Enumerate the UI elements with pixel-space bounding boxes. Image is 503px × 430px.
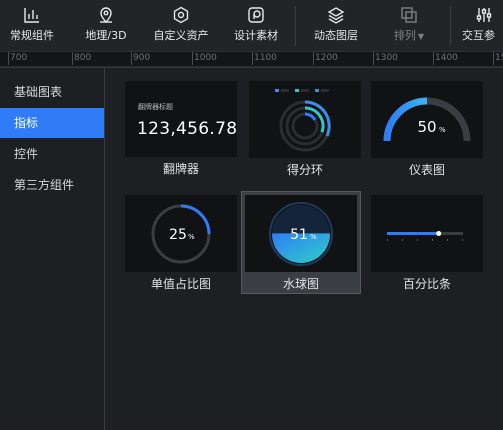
horizontal-ruler: 700 800 900 1000 1100 1200 1300 1400 15: [0, 52, 503, 67]
ruler-tick: 700: [8, 52, 28, 65]
gauge-preview: 50 %: [371, 81, 483, 158]
toolbar-custom-assets[interactable]: 自定义资产: [148, 0, 214, 51]
liquid-value: 51: [290, 227, 308, 243]
ruler-tick: 1400: [433, 52, 458, 65]
sidebar-item-controls[interactable]: 控件: [0, 139, 104, 169]
toolbar-dynamic-layers[interactable]: 动态图层: [306, 0, 366, 51]
percent-bar-preview: [371, 195, 483, 272]
arrange-icon: [399, 5, 419, 25]
card-label: 翻牌器: [162, 162, 199, 176]
liquid-fill-graphic: 51 %: [269, 202, 333, 266]
flip-counter-title: 翻牌器标题: [138, 103, 173, 111]
percent-bar-graphic: [387, 231, 463, 241]
card-label: 仪表图: [408, 163, 445, 177]
category-sidebar: 基础图表 指标 控件 第三方组件: [0, 68, 105, 430]
layers-icon: [326, 5, 346, 25]
toolbar-label: 动态图层: [314, 29, 358, 42]
sidebar-item-indicators[interactable]: 指标: [0, 108, 104, 138]
toolbar-divider: [450, 6, 451, 46]
toolbar-common-components[interactable]: 常规组件: [6, 0, 58, 51]
ruler-tick: 15: [493, 52, 503, 65]
toolbar-design-materials[interactable]: 设计素材: [227, 0, 285, 51]
gauge-value: 50: [417, 118, 436, 136]
component-card-score-ring[interactable]: 得分环: [245, 77, 365, 177]
gauge-unit: %: [439, 126, 446, 134]
toolbar-label: 自定义资产: [153, 29, 209, 42]
component-card-gauge[interactable]: 50 % 仪表图: [367, 77, 487, 177]
gauge-graphic: 50 %: [383, 97, 471, 142]
card-label: 水球图: [282, 277, 319, 291]
toolbar-arrange[interactable]: 排列 ▼: [382, 0, 436, 51]
card-label: 百分比条: [402, 277, 451, 291]
arrange-label: 排列: [393, 29, 416, 42]
single-value: 25: [169, 227, 187, 243]
single-value-graphic: 25 %: [151, 204, 211, 264]
toolbar: 常规组件 地理/3D 自定义资产 设计素材 动态图层 排列 ▼ 交互参: [0, 0, 503, 52]
ruler-tick: 1000: [192, 52, 217, 65]
sidebar-item-third-party[interactable]: 第三方组件: [0, 170, 104, 200]
single-unit: %: [188, 233, 195, 241]
toolbar-label: 常规组件: [10, 29, 54, 42]
liquid-fill-preview: 51 %: [245, 195, 357, 272]
component-card-liquid-fill[interactable]: 51 % 水球图: [241, 191, 361, 294]
ruler-tick: 900: [131, 52, 151, 65]
component-card-percent-bar[interactable]: 百分比条: [367, 191, 487, 291]
ruler-tick: 1100: [252, 52, 277, 65]
toolbar-label: 交互参: [462, 29, 495, 42]
flip-counter-value: 123,456.78: [137, 119, 238, 139]
ruler-tick: 800: [72, 52, 92, 65]
ruler-tick: 1200: [313, 52, 338, 65]
component-card-single-value-ratio[interactable]: 25 % 单值占比图: [121, 191, 241, 291]
caret-down-icon: ▼: [417, 32, 425, 41]
ruler-tick: 1300: [373, 52, 398, 65]
flip-counter-preview: 翻牌器标题 123,456.78: [125, 81, 237, 157]
toolbar-label: 排列 ▼: [394, 29, 424, 44]
component-card-flip-counter[interactable]: 翻牌器标题 123,456.78 翻牌器: [121, 77, 241, 177]
material-icon: [246, 5, 266, 25]
toolbar-label: 设计素材: [234, 29, 278, 42]
hexagon-icon: [171, 5, 191, 25]
component-panel: 基础图表 指标 控件 第三方组件 翻牌器标题 123,456.78 翻牌器 得分…: [0, 67, 503, 430]
sliders-icon: [474, 5, 494, 25]
card-label: 得分环: [286, 163, 323, 177]
toolbar-geo-3d[interactable]: 地理/3D: [79, 0, 133, 51]
single-value-preview: 25 %: [125, 195, 237, 272]
score-ring-preview: [249, 81, 361, 158]
card-label: 单值占比图: [150, 277, 211, 291]
component-grid: 翻牌器标题 123,456.78 翻牌器 得分环 50 % 仪表图 25 % 单…: [105, 68, 503, 430]
sidebar-item-basic-charts[interactable]: 基础图表: [0, 77, 104, 107]
bar-chart-icon: [22, 5, 42, 25]
score-ring-graphic: [275, 89, 331, 152]
toolbar-divider: [295, 6, 296, 46]
liquid-unit: %: [310, 233, 317, 241]
toolbar-label: 地理/3D: [85, 29, 127, 42]
toolbar-interaction[interactable]: 交互参: [462, 0, 503, 51]
map-pin-icon: [96, 5, 116, 25]
